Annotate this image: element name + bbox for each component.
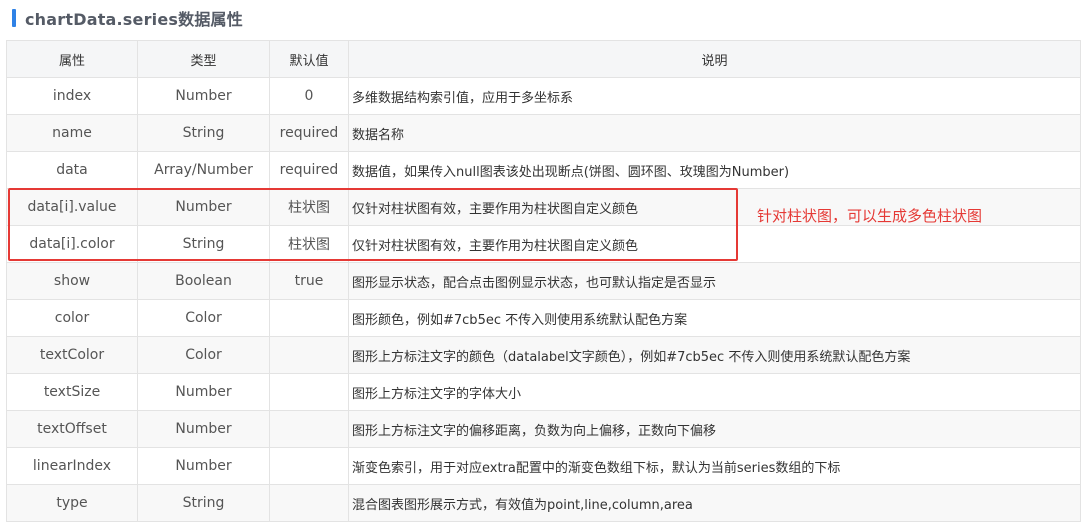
cell-default: required bbox=[269, 114, 349, 152]
column-header-type: 类型 bbox=[137, 40, 270, 78]
cell-default bbox=[269, 484, 349, 522]
cell-type: Number bbox=[137, 77, 270, 115]
cell-attribute: show bbox=[6, 262, 138, 300]
cell-description: 数据名称 bbox=[348, 114, 1081, 152]
cell-type: String bbox=[137, 114, 270, 152]
cell-default: required bbox=[269, 151, 349, 189]
cell-description: 图形上方标注文字的颜色（datalabel文字颜色），例如#7cb5ec 不传入… bbox=[348, 336, 1081, 374]
cell-attribute: textColor bbox=[6, 336, 138, 374]
cell-description: 混合图表图形展示方式，有效值为point,line,column,area bbox=[348, 484, 1081, 522]
cell-attribute: textOffset bbox=[6, 410, 138, 448]
table-row: textSize Number 图形上方标注文字的字体大小 bbox=[6, 373, 1081, 411]
table-row: color Color 图形颜色，例如#7cb5ec 不传入则使用系统默认配色方… bbox=[6, 299, 1081, 337]
cell-default bbox=[269, 447, 349, 485]
cell-default bbox=[269, 336, 349, 374]
cell-attribute: name bbox=[6, 114, 138, 152]
cell-attribute: data bbox=[6, 151, 138, 189]
cell-type: Color bbox=[137, 336, 270, 374]
cell-default: true bbox=[269, 262, 349, 300]
cell-attribute: data[i].color bbox=[6, 225, 138, 263]
cell-description: 图形上方标注文字的字体大小 bbox=[348, 373, 1081, 411]
heading-accent-bar bbox=[12, 9, 16, 27]
table-row: type String 混合图表图形展示方式，有效值为point,line,co… bbox=[6, 484, 1081, 522]
column-header-attribute: 属性 bbox=[6, 40, 138, 78]
cell-description: 图形颜色，例如#7cb5ec 不传入则使用系统默认配色方案 bbox=[348, 299, 1081, 337]
cell-attribute: data[i].value bbox=[6, 188, 138, 226]
cell-default: 柱状图 bbox=[269, 188, 349, 226]
cell-default bbox=[269, 299, 349, 337]
cell-description: 图形上方标注文字的偏移距离，负数为向上偏移，正数向下偏移 bbox=[348, 410, 1081, 448]
cell-default bbox=[269, 373, 349, 411]
table-row: textColor Color 图形上方标注文字的颜色（datalabel文字颜… bbox=[6, 336, 1081, 374]
cell-default: 柱状图 bbox=[269, 225, 349, 263]
cell-type: Number bbox=[137, 447, 270, 485]
cell-default bbox=[269, 410, 349, 448]
cell-attribute: type bbox=[6, 484, 138, 522]
cell-attribute: color bbox=[6, 299, 138, 337]
table-row: linearIndex Number 渐变色索引，用于对应extra配置中的渐变… bbox=[6, 447, 1081, 485]
cell-type: Color bbox=[137, 299, 270, 337]
cell-description: 数据值，如果传入null图表该处出现断点(饼图、圆环图、玫瑰图为Number) bbox=[348, 151, 1081, 189]
cell-description: 渐变色索引，用于对应extra配置中的渐变色数组下标，默认为当前series数组… bbox=[348, 447, 1081, 485]
properties-table: 属性 类型 默认值 说明 index Number 0 多维数据结构索引值，应用… bbox=[6, 40, 1081, 522]
table-row: textOffset Number 图形上方标注文字的偏移距离，负数为向上偏移，… bbox=[6, 410, 1081, 448]
table-row: data Array/Number required 数据值，如果传入null图… bbox=[6, 151, 1081, 189]
cell-type: String bbox=[137, 225, 270, 263]
table-header-row: 属性 类型 默认值 说明 bbox=[6, 40, 1081, 78]
cell-description: 仅针对柱状图有效，主要作用为柱状图自定义颜色 bbox=[348, 225, 1081, 263]
cell-type: String bbox=[137, 484, 270, 522]
table-row: name String required 数据名称 bbox=[6, 114, 1081, 152]
cell-type: Array/Number bbox=[137, 151, 270, 189]
cell-description: 图形显示状态，配合点击图例显示状态，也可默认指定是否显示 bbox=[348, 262, 1081, 300]
cell-attribute: linearIndex bbox=[6, 447, 138, 485]
cell-attribute: textSize bbox=[6, 373, 138, 411]
cell-type: Number bbox=[137, 410, 270, 448]
column-header-default: 默认值 bbox=[269, 40, 349, 78]
page-title: chartData.series数据属性 bbox=[25, 10, 243, 29]
cell-type: Number bbox=[137, 373, 270, 411]
table-row: index Number 0 多维数据结构索引值，应用于多坐标系 bbox=[6, 77, 1081, 115]
annotation-note: 针对柱状图，可以生成多色柱状图 bbox=[757, 207, 983, 225]
section-heading: chartData.series数据属性 bbox=[12, 6, 243, 30]
column-header-description: 说明 bbox=[348, 40, 1081, 78]
cell-type: Boolean bbox=[137, 262, 270, 300]
table-row: data[i].color String 柱状图 仅针对柱状图有效，主要作用为柱… bbox=[6, 225, 1081, 263]
cell-default: 0 bbox=[269, 77, 349, 115]
cell-attribute: index bbox=[6, 77, 138, 115]
cell-description: 多维数据结构索引值，应用于多坐标系 bbox=[348, 77, 1081, 115]
table-row: show Boolean true 图形显示状态，配合点击图例显示状态，也可默认… bbox=[6, 262, 1081, 300]
cell-type: Number bbox=[137, 188, 270, 226]
